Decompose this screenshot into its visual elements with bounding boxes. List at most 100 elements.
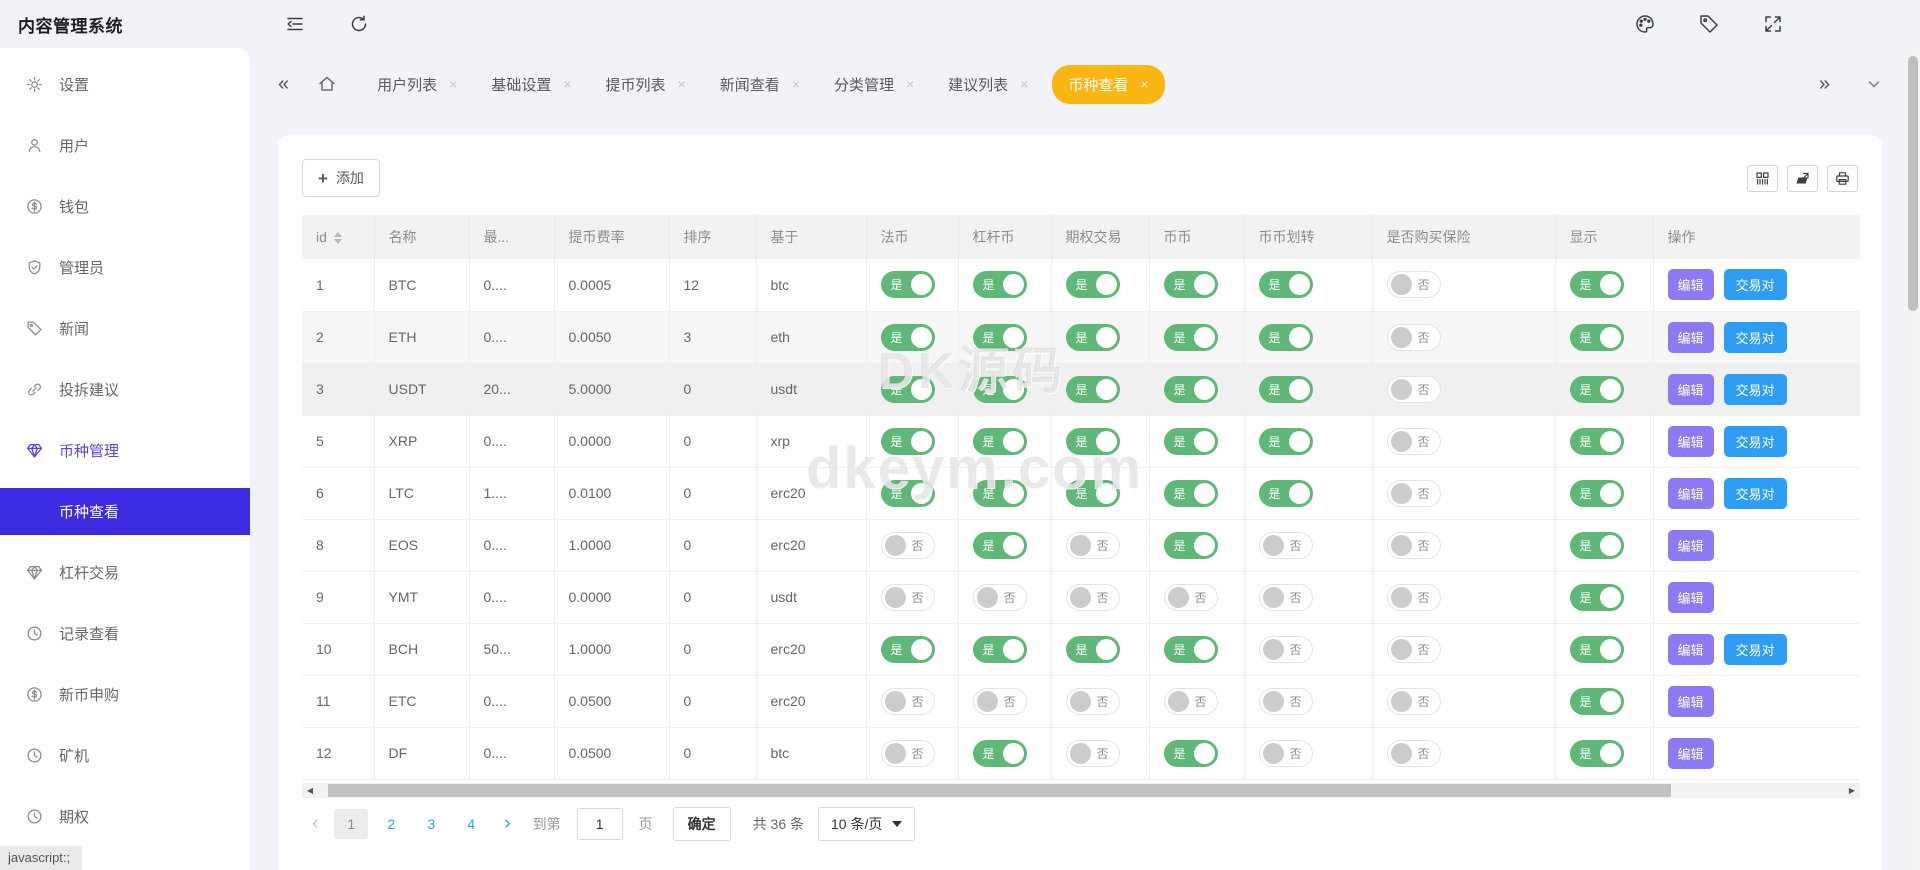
toggle-off[interactable]: 否 <box>1387 688 1441 715</box>
page-number[interactable]: 1 <box>334 809 368 839</box>
toggle-on[interactable]: 是 <box>1066 636 1120 663</box>
toggle-off[interactable]: 否 <box>1259 584 1313 611</box>
toggle-off[interactable]: 否 <box>1259 688 1313 715</box>
sidebar-item-admins[interactable]: 管理员 <box>0 237 250 298</box>
sidebar-item-lever-trade[interactable]: 杠杆交易 <box>0 542 250 603</box>
scrollbar-track[interactable] <box>318 783 1844 798</box>
toggle-on[interactable]: 是 <box>1259 480 1313 507</box>
pair-button[interactable]: 交易对 <box>1724 426 1787 457</box>
sidebar-item-wallet[interactable]: 钱包 <box>0 176 250 237</box>
vertical-scrollbar[interactable] <box>1906 48 1920 870</box>
toggle-on[interactable]: 是 <box>881 428 935 455</box>
print-icon[interactable] <box>1827 165 1858 192</box>
toggle-on[interactable]: 是 <box>1164 740 1218 767</box>
toggle-on[interactable]: 是 <box>1164 324 1218 351</box>
edit-button[interactable]: 编辑 <box>1668 478 1714 509</box>
close-icon[interactable]: × <box>563 77 571 91</box>
toggle-off[interactable]: 否 <box>1164 688 1218 715</box>
home-icon[interactable] <box>317 74 337 94</box>
toggle-off[interactable]: 否 <box>1387 584 1441 611</box>
toggle-on[interactable]: 是 <box>1164 376 1218 403</box>
toggle-off[interactable]: 否 <box>973 584 1027 611</box>
tabs-scroll-right-icon[interactable]: » <box>1819 74 1830 94</box>
pair-button[interactable]: 交易对 <box>1724 634 1787 665</box>
toggle-off[interactable]: 否 <box>881 688 935 715</box>
toggle-on[interactable]: 是 <box>973 324 1027 351</box>
toggle-off[interactable]: 否 <box>1387 740 1441 767</box>
pair-button[interactable]: 交易对 <box>1724 322 1787 353</box>
fullscreen-icon[interactable] <box>1762 13 1784 35</box>
toggle-on[interactable]: 是 <box>1570 428 1624 455</box>
scroll-right-arrow-icon[interactable]: ▶ <box>1844 783 1860 798</box>
toggle-off[interactable]: 否 <box>1387 636 1441 663</box>
toggle-on[interactable]: 是 <box>1570 324 1624 351</box>
goto-page-input[interactable] <box>577 808 623 840</box>
toggle-off[interactable]: 否 <box>973 688 1027 715</box>
toggle-on[interactable]: 是 <box>1570 584 1624 611</box>
edit-button[interactable]: 编辑 <box>1668 322 1714 353</box>
toggle-on[interactable]: 是 <box>1570 532 1624 559</box>
edit-button[interactable]: 编辑 <box>1668 530 1714 561</box>
toggle-off[interactable]: 否 <box>1066 740 1120 767</box>
toggle-on[interactable]: 是 <box>973 740 1027 767</box>
toggle-off[interactable]: 否 <box>1387 428 1441 455</box>
sidebar-item-settings[interactable]: 设置 <box>0 54 250 115</box>
toggle-off[interactable]: 否 <box>881 740 935 767</box>
toggle-on[interactable]: 是 <box>881 324 935 351</box>
sidebar-item-coin-view[interactable]: 币种查看 <box>0 488 250 535</box>
pair-button[interactable]: 交易对 <box>1724 374 1787 405</box>
tag-icon[interactable] <box>1698 13 1720 35</box>
toggle-on[interactable]: 是 <box>881 376 935 403</box>
sidebar-item-news[interactable]: 新闻 <box>0 298 250 359</box>
page-number[interactable]: 2 <box>374 809 408 839</box>
toggle-off[interactable]: 否 <box>1387 376 1441 403</box>
close-icon[interactable]: × <box>1140 77 1148 91</box>
toggle-on[interactable]: 是 <box>1570 271 1624 298</box>
toggle-on[interactable]: 是 <box>1259 428 1313 455</box>
page-size-select[interactable]: 10 条/页 <box>818 807 915 841</box>
toggle-off[interactable]: 否 <box>1259 636 1313 663</box>
toggle-off[interactable]: 否 <box>1387 532 1441 559</box>
toggle-on[interactable]: 是 <box>1570 636 1624 663</box>
sidebar-item-users[interactable]: 用户 <box>0 115 250 176</box>
theme-palette-icon[interactable] <box>1634 13 1656 35</box>
toggle-on[interactable]: 是 <box>1066 480 1120 507</box>
toggle-on[interactable]: 是 <box>1164 636 1218 663</box>
toggle-on[interactable]: 是 <box>1164 532 1218 559</box>
sidebar-item-coin-manage[interactable]: 币种管理 <box>0 420 250 481</box>
toggle-on[interactable]: 是 <box>1164 428 1218 455</box>
close-icon[interactable]: × <box>792 77 800 91</box>
toggle-on[interactable]: 是 <box>973 428 1027 455</box>
toggle-on[interactable]: 是 <box>1259 376 1313 403</box>
edit-button[interactable]: 编辑 <box>1668 426 1714 457</box>
tab-basic-settings[interactable]: 基础设置× <box>481 66 581 103</box>
toggle-on[interactable]: 是 <box>881 271 935 298</box>
sidebar-item-feedback[interactable]: 投拆建议 <box>0 359 250 420</box>
toggle-on[interactable]: 是 <box>1570 376 1624 403</box>
tab-news-view[interactable]: 新闻查看× <box>710 66 810 103</box>
page-number[interactable]: 4 <box>454 809 488 839</box>
toggle-on[interactable]: 是 <box>973 532 1027 559</box>
toggle-off[interactable]: 否 <box>881 532 935 559</box>
toggle-off[interactable]: 否 <box>1066 532 1120 559</box>
collapse-menu-icon[interactable] <box>284 13 306 35</box>
export-icon[interactable] <box>1787 165 1818 192</box>
toggle-on[interactable]: 是 <box>973 636 1027 663</box>
sidebar-item-option[interactable]: 期权 <box>0 786 250 847</box>
toggle-on[interactable]: 是 <box>1164 480 1218 507</box>
columns-filter-icon[interactable] <box>1747 165 1778 192</box>
pair-button[interactable]: 交易对 <box>1724 269 1787 300</box>
toggle-on[interactable]: 是 <box>1066 324 1120 351</box>
toggle-on[interactable]: 是 <box>881 636 935 663</box>
edit-button[interactable]: 编辑 <box>1668 269 1714 300</box>
toggle-on[interactable]: 是 <box>881 480 935 507</box>
refresh-icon[interactable] <box>348 13 370 35</box>
sidebar-item-records[interactable]: 记录查看 <box>0 603 250 664</box>
tabs-scroll-left-icon[interactable]: « <box>278 74 289 94</box>
edit-button[interactable]: 编辑 <box>1668 738 1714 769</box>
edit-button[interactable]: 编辑 <box>1668 634 1714 665</box>
next-page-icon[interactable]: › <box>494 813 520 835</box>
horizontal-scrollbar[interactable]: ◀ ▶ <box>302 783 1860 798</box>
close-icon[interactable]: × <box>906 77 914 91</box>
close-icon[interactable]: × <box>1020 77 1028 91</box>
